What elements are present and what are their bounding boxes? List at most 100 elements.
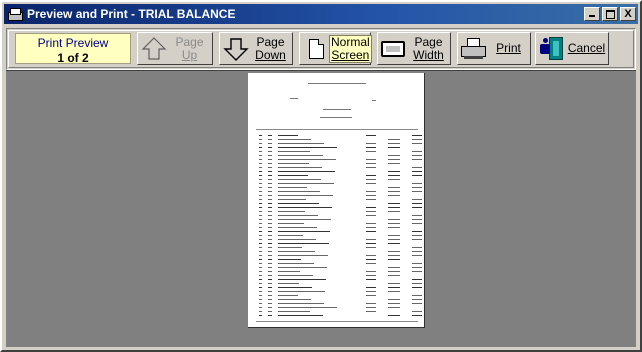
greeked-cell — [388, 239, 400, 240]
counter-label: Print Preview — [37, 36, 109, 50]
greeked-cell — [412, 299, 422, 300]
print-button[interactable]: Print — [457, 32, 531, 65]
greeked-cell — [268, 283, 272, 284]
printer-app-icon — [7, 7, 23, 21]
greeked-cell — [366, 135, 376, 136]
greeked-cell — [412, 135, 422, 136]
minimize-button[interactable] — [584, 7, 600, 21]
greeked-cell — [268, 235, 272, 236]
greeked-cell — [278, 215, 318, 216]
greeked-cell — [366, 307, 376, 308]
greeked-cell — [388, 171, 400, 172]
toolbar: Print Preview 1 of 2 Page Up Page Down Nor… — [6, 28, 636, 70]
greeked-cell — [388, 163, 400, 164]
greeked-cell — [278, 239, 316, 240]
normal-screen-button[interactable]: Normal Screen — [299, 32, 372, 65]
greeked-cell — [278, 203, 319, 204]
greeked-cell — [388, 179, 400, 180]
greeked-cell — [268, 155, 272, 156]
greeked-cell — [259, 307, 262, 308]
greeked-cell — [366, 239, 376, 240]
greeked-cell — [259, 147, 262, 148]
greeked-cell — [412, 151, 422, 152]
monitor-icon — [381, 36, 407, 62]
greeked-cell — [259, 179, 262, 180]
greeked-cell — [388, 211, 400, 212]
greeked-cell — [412, 279, 422, 280]
greeked-cell — [278, 199, 306, 200]
greeked-cell — [278, 135, 298, 136]
greeked-cell — [259, 299, 262, 300]
greeked-cell — [259, 235, 262, 236]
greeked-cell — [388, 259, 400, 260]
greeked-cell — [259, 171, 262, 172]
greeked-cell — [268, 163, 272, 164]
cancel-button[interactable]: Cancel — [535, 32, 609, 65]
greeked-cell — [412, 159, 422, 160]
greeked-cell — [412, 283, 422, 284]
greeked-cell — [412, 263, 422, 264]
greeked-cell — [412, 235, 422, 236]
greeked-cell — [268, 159, 272, 160]
greeked-cell — [268, 191, 272, 192]
greeked-cell — [388, 147, 400, 148]
greeked-cell — [278, 255, 328, 256]
greeked-cell — [388, 159, 400, 160]
greeked-cell — [366, 207, 376, 208]
page-up-button[interactable]: Page Up — [137, 32, 213, 65]
greeked-cell — [388, 143, 400, 144]
close-button[interactable]: X — [620, 7, 636, 21]
greeked-cell — [366, 167, 376, 168]
greeked-cell — [268, 299, 272, 300]
up-arrow-icon — [141, 36, 167, 62]
greeked-cell — [366, 311, 376, 312]
greeked-cell — [366, 215, 376, 216]
greeked-cell — [278, 195, 333, 196]
greeked-cell — [278, 211, 305, 212]
greeked-cell — [366, 243, 376, 244]
greeked-cell — [412, 223, 422, 224]
greeked-cell — [268, 243, 272, 244]
greeked-cell — [412, 311, 422, 312]
greeked-cell — [268, 227, 272, 228]
exit-door-icon — [539, 36, 565, 62]
greeked-cell — [259, 303, 262, 304]
greeked-cell — [278, 267, 327, 268]
greeked-cell — [259, 195, 262, 196]
greeked-cell — [412, 239, 422, 240]
greeked-cell — [268, 171, 272, 172]
greeked-cell — [268, 271, 272, 272]
greeked-cell — [412, 231, 422, 232]
greeked-cell — [366, 183, 376, 184]
greeked-cell — [412, 295, 422, 296]
greeked-cell — [366, 279, 376, 280]
greeked-cell — [259, 243, 262, 244]
greeked-cell — [388, 223, 400, 224]
preview-area[interactable] — [6, 70, 636, 347]
page-up-line1: Page — [175, 34, 204, 49]
greeked-cell — [412, 215, 422, 216]
down-arrow-icon — [223, 36, 249, 62]
greeked-cell — [278, 235, 303, 236]
page-width-button[interactable]: Page Width — [377, 32, 451, 65]
greeked-cell — [259, 203, 262, 204]
greeked-cell — [278, 147, 337, 148]
greeked-cell — [366, 151, 376, 152]
page-down-button[interactable]: Page Down — [219, 32, 293, 65]
greeked-cell — [259, 143, 262, 144]
greeked-cell — [412, 167, 422, 168]
greeked-cell — [278, 295, 298, 296]
title-bar[interactable]: Preview and Print - TRIAL BALANCE X — [4, 4, 638, 24]
greeked-cell — [268, 147, 272, 148]
greeked-cell — [259, 247, 262, 248]
greeked-cell — [259, 139, 262, 140]
greeked-cell — [388, 315, 400, 316]
page-width-line2: Width — [413, 47, 444, 62]
greeked-cell — [268, 275, 272, 276]
greeked-cell — [278, 175, 308, 176]
greeked-cell — [412, 191, 422, 192]
maximize-button[interactable] — [602, 7, 618, 21]
greeked-cell — [268, 279, 272, 280]
greeked-cell — [259, 283, 262, 284]
greeked-cell — [268, 175, 272, 176]
